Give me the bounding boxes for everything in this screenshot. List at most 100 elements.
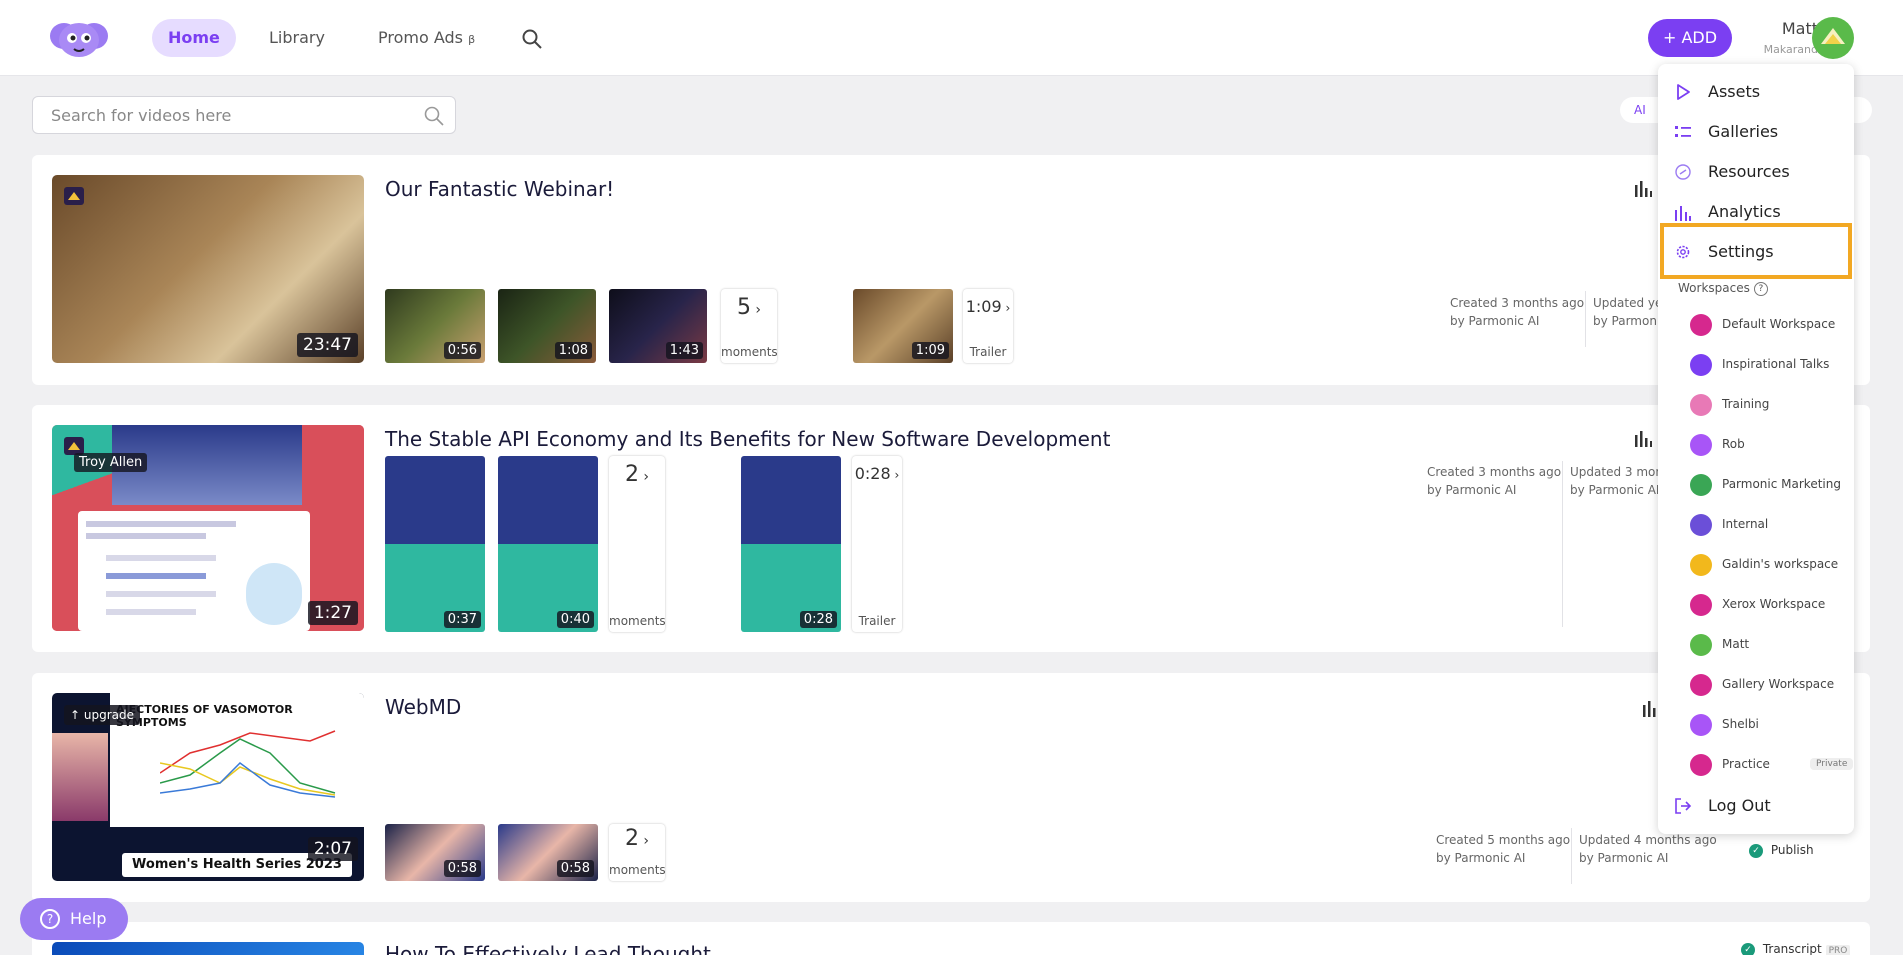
moment-clip[interactable]: 0:56	[385, 289, 485, 363]
video-title[interactable]: The Stable API Economy and Its Benefits …	[385, 427, 1110, 451]
help-label: Help	[70, 909, 107, 928]
menu-item-resources[interactable]: Resources	[1674, 157, 1844, 187]
help-icon: ?	[40, 909, 60, 929]
moment-clip[interactable]: 1:43	[609, 289, 707, 363]
bar-chart-icon	[1675, 206, 1691, 221]
workspace-label: Training	[1722, 397, 1770, 411]
video-thumbnail[interactable]	[52, 942, 364, 955]
moments-number: 2	[624, 826, 639, 851]
created-info: Created 3 months ago by Parmonic AI	[1450, 294, 1584, 330]
search-input[interactable]	[33, 97, 413, 133]
workspace-item[interactable]: Xerox Workspace	[1690, 592, 1850, 618]
workspace-item[interactable]: Training	[1690, 392, 1850, 418]
trailer-duration: 1:09	[965, 297, 1002, 316]
analytics-icon[interactable]	[1634, 429, 1652, 447]
moment-clip[interactable]: 1:08	[498, 289, 596, 363]
workspace-label: Parmonic Marketing	[1722, 477, 1841, 491]
clip-duration: 1:43	[665, 342, 703, 359]
slide-chart-graphic	[160, 730, 336, 798]
video-title[interactable]: How To Effectively Lead Thought	[385, 942, 711, 955]
moment-clip[interactable]: 0:58	[498, 824, 598, 881]
moment-clip[interactable]: 0:37	[385, 456, 485, 632]
workspace-item[interactable]: Matt	[1690, 632, 1850, 658]
divider	[1585, 291, 1586, 347]
play-icon	[1677, 84, 1690, 100]
moments-label: moments	[609, 863, 666, 877]
video-duration: 23:47	[297, 333, 358, 357]
moment-clip[interactable]: 0:58	[385, 824, 485, 881]
user-workspace: Makarand	[1763, 43, 1818, 56]
trailer-clip[interactable]: 0:28	[741, 456, 841, 632]
transcript-label: Transcript	[1762, 942, 1822, 955]
workspace-item[interactable]: Internal	[1690, 512, 1850, 538]
video-thumbnail[interactable]: 23:47	[52, 175, 364, 363]
publish-status[interactable]: ✓ Publish	[1749, 843, 1814, 858]
moments-number: 2	[624, 462, 639, 487]
video-title[interactable]: WebMD	[385, 695, 461, 719]
workspace-item[interactable]: Rob	[1690, 432, 1850, 458]
slide-panel	[78, 511, 310, 631]
updated-info: Updated ye by Parmonic	[1593, 294, 1667, 330]
trailer-clip[interactable]: 1:09	[853, 289, 953, 363]
moments-count[interactable]: 2 › moments	[609, 456, 666, 632]
private-badge: Private	[1810, 758, 1854, 770]
workspace-item[interactable]: Practice Private	[1690, 752, 1854, 778]
workspace-label: Internal	[1722, 517, 1769, 531]
trailer-box[interactable]: 1:09 › Trailer	[963, 289, 1013, 363]
workspace-avatar-icon	[1690, 674, 1712, 696]
transcript-status[interactable]: ✓ Transcript PRO	[1741, 942, 1851, 955]
trailer-label: Trailer	[969, 345, 1007, 359]
pro-badge: PRO	[1825, 945, 1851, 955]
workspace-label: Galdin's workspace	[1722, 557, 1839, 571]
menu-item-galleries[interactable]: Galleries	[1674, 117, 1844, 147]
help-button[interactable]: ? Help	[20, 898, 128, 940]
clip-duration: 0:56	[443, 342, 481, 359]
video-thumbnail[interactable]: Troy Allen 1:27	[52, 425, 364, 631]
workspaces-label: Workspaces	[1678, 281, 1750, 295]
link-icon	[1675, 164, 1691, 180]
list-icon	[1675, 126, 1691, 137]
help-icon[interactable]: ?	[1753, 281, 1768, 296]
workspace-item[interactable]: Shelbi	[1690, 712, 1850, 738]
workspace-item[interactable]: Parmonic Marketing	[1690, 472, 1850, 498]
check-icon: ✓	[1749, 843, 1763, 858]
workspace-avatar-icon	[1690, 594, 1712, 616]
avatar[interactable]	[1812, 17, 1854, 59]
workspace-item[interactable]: Inspirational Talks	[1690, 352, 1850, 378]
nav-library[interactable]: Library	[253, 19, 341, 57]
user-name[interactable]: Matt	[1734, 19, 1818, 38]
menu-item-label: Log Out	[1708, 796, 1771, 815]
nav-home[interactable]: Home	[152, 19, 236, 57]
workspace-item[interactable]: Galdin's workspace	[1690, 552, 1850, 578]
menu-item-logout[interactable]: Log Out	[1674, 791, 1844, 821]
moments-count[interactable]: 2 › moments	[609, 824, 666, 881]
clip-duration: 0:40	[556, 611, 594, 628]
analytics-icon[interactable]	[1634, 179, 1652, 197]
workspace-label: Default Workspace	[1722, 317, 1836, 331]
menu-item-assets[interactable]: Assets	[1674, 77, 1844, 107]
upgrade-badge[interactable]: ↑ upgrade	[64, 705, 140, 725]
trailer-box[interactable]: 0:28 › Trailer	[852, 456, 902, 632]
check-icon: ✓	[1741, 942, 1755, 955]
moments-count[interactable]: 5 › moments	[721, 289, 778, 363]
workspace-avatar-icon	[1821, 28, 1845, 44]
workspace-item[interactable]: Gallery Workspace	[1690, 672, 1850, 698]
video-title[interactable]: Our Fantastic Webinar!	[385, 177, 614, 201]
created-text: Created 3 months ago	[1427, 465, 1562, 479]
menu-item-label: Analytics	[1708, 202, 1781, 221]
video-thumbnail[interactable]: AJECTORIES OF VASOMOTOR SYMPTOMS ↑ upgra…	[52, 693, 364, 881]
nav-promo-ads[interactable]: Promo Ads β	[362, 19, 491, 57]
video-card: AJECTORIES OF VASOMOTOR SYMPTOMS ↑ upgra…	[32, 673, 1870, 902]
workspace-label: Gallery Workspace	[1722, 677, 1835, 691]
divider	[1571, 828, 1572, 884]
moment-clip[interactable]: 0:40	[498, 456, 598, 632]
parmonic-logo[interactable]	[46, 16, 112, 60]
search-icon[interactable]	[521, 28, 543, 50]
video-card: How To Effectively Lead Thought ✓ Transc…	[32, 922, 1870, 955]
workspace-label: Xerox Workspace	[1722, 597, 1826, 611]
workspace-label: Rob	[1722, 437, 1745, 451]
presenter-video	[52, 733, 108, 821]
add-button[interactable]: + ADD	[1648, 19, 1732, 57]
workspace-item[interactable]: Default Workspace	[1690, 312, 1850, 338]
search-icon[interactable]	[423, 105, 445, 127]
